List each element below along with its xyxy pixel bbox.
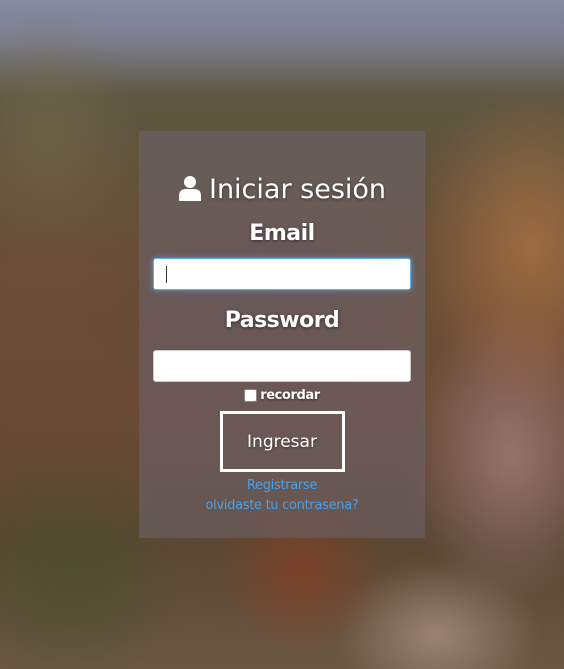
forgot-password-link[interactable]: olvidaste tu contrasena? <box>139 496 425 516</box>
remember-checkbox[interactable] <box>244 388 258 402</box>
remember-row: recordar <box>139 387 425 403</box>
login-panel: Iniciar sesión Email Password recordar I… <box>139 131 425 538</box>
submit-button[interactable]: Ingresar <box>219 411 345 472</box>
password-field[interactable] <box>153 350 411 382</box>
email-label: Email <box>249 221 315 246</box>
register-link[interactable]: Registrarse <box>139 476 425 496</box>
login-links: Registrarse olvidaste tu contrasena? <box>139 476 425 516</box>
login-title-text: Iniciar sesión <box>208 173 387 205</box>
remember-label: recordar <box>260 387 320 403</box>
login-title: Iniciar sesión <box>139 169 425 209</box>
user-icon <box>178 175 202 201</box>
text-caret <box>166 266 167 283</box>
password-label: Password <box>224 308 340 333</box>
email-field[interactable] <box>153 258 411 290</box>
